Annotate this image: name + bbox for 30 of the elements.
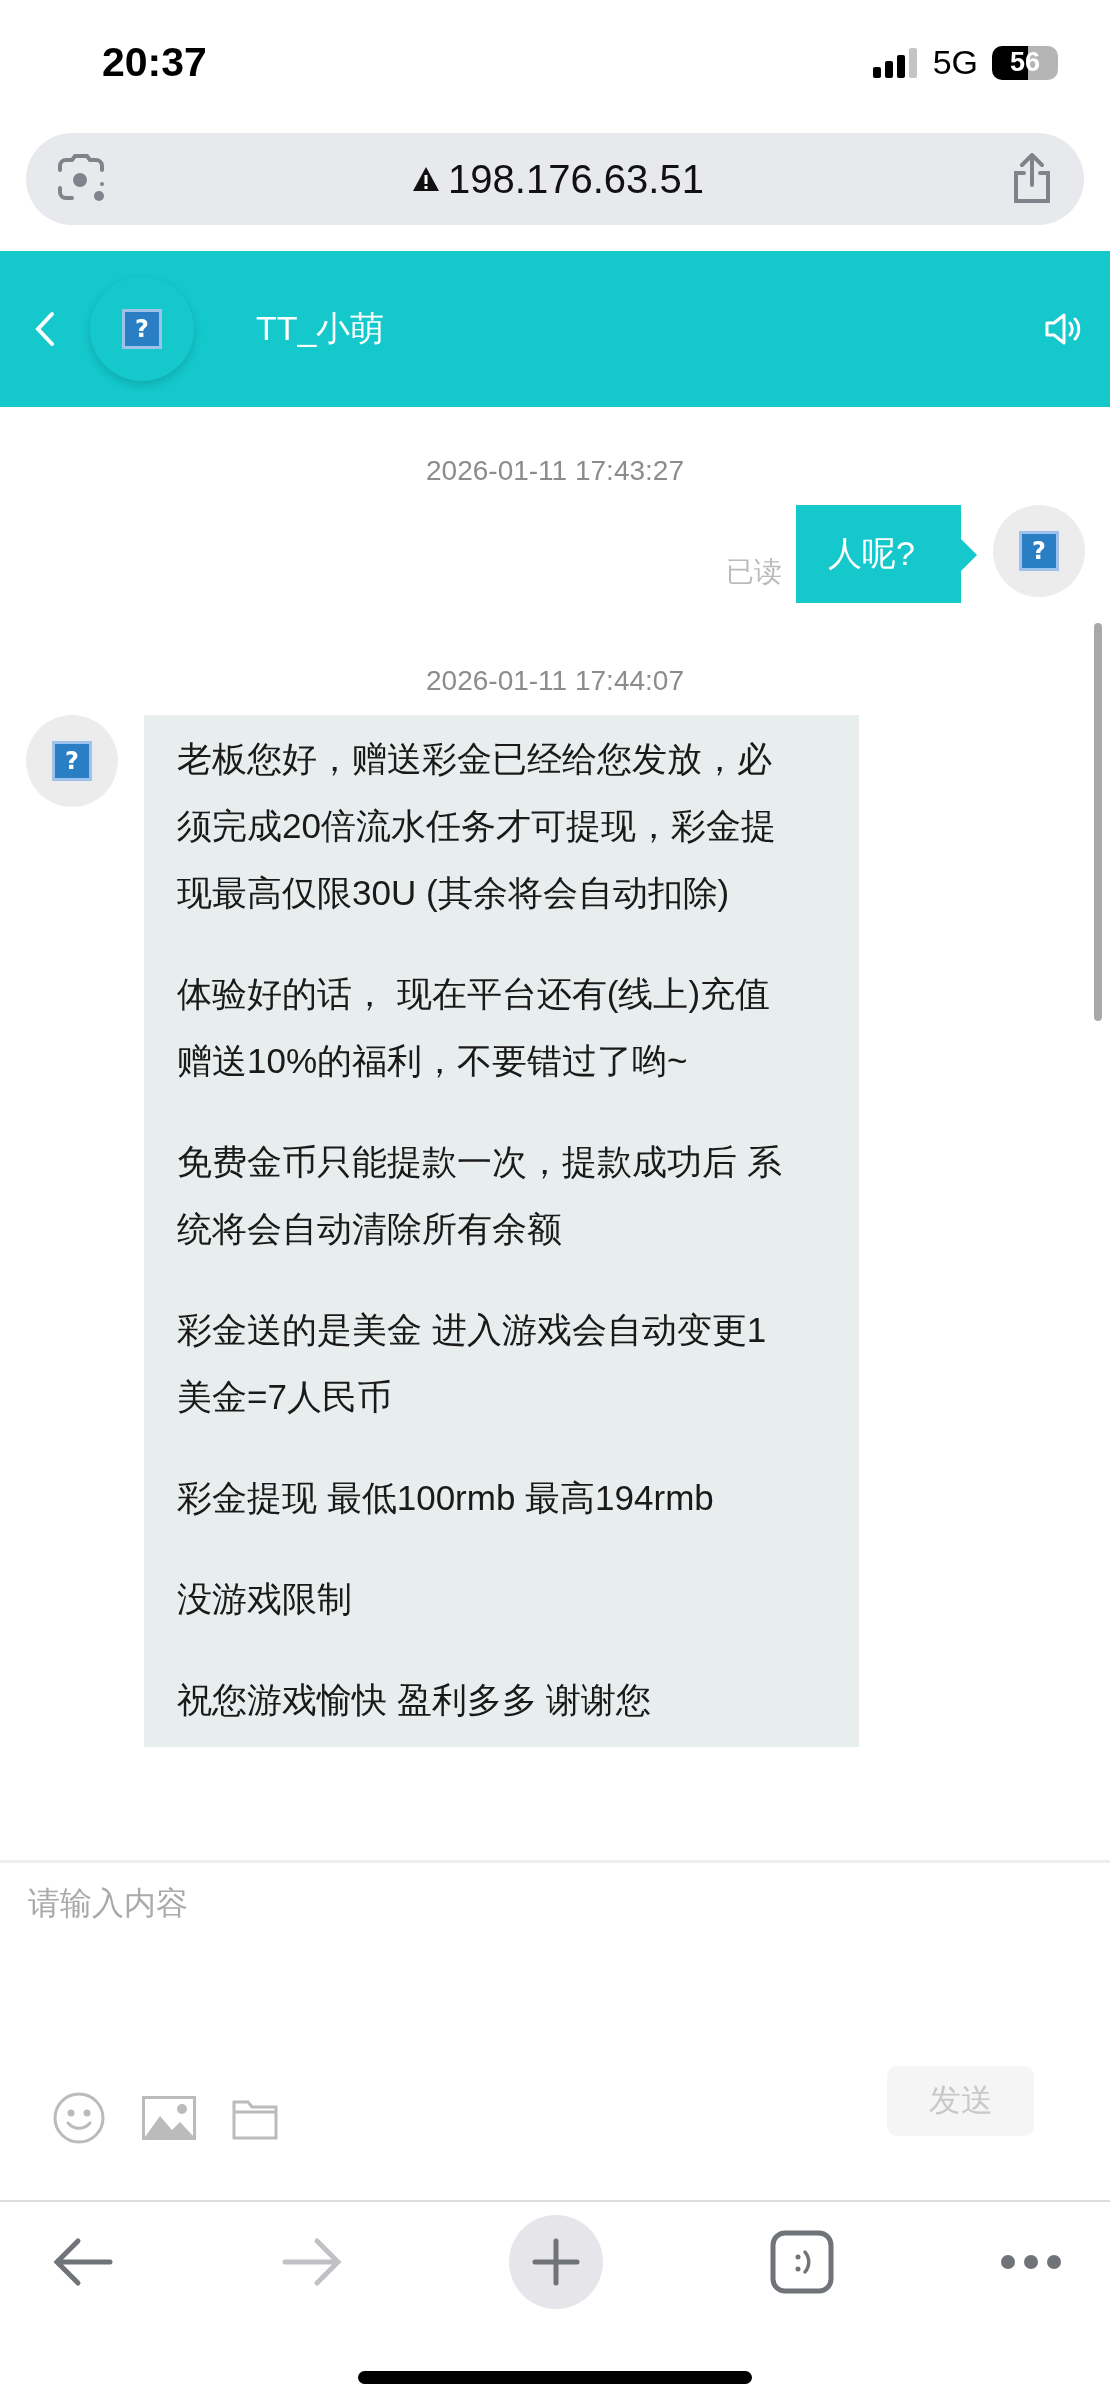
signal-icon	[872, 47, 919, 78]
plus-icon	[532, 2238, 580, 2286]
smiley-icon[interactable]	[52, 2091, 106, 2145]
message-timestamp: 2026-01-11 17:43:27	[425, 455, 685, 487]
message-paragraph: 祝您游戏愉快 盈利多多 谢谢您	[177, 1679, 653, 1721]
message-paragraph: 彩金送的是美金 进入游戏会自动变更1美金=7人民币	[177, 1309, 768, 1418]
warning-icon	[412, 166, 441, 192]
message-timestamp: 2026-01-11 17:44:07	[425, 665, 685, 697]
status-time: 20:37	[102, 39, 207, 86]
scrollbar[interactable]	[1094, 623, 1102, 1021]
message-paragraph: 免费金币只能提款一次，提款成功后 系统将会自动清除所有余额	[177, 1141, 783, 1250]
broken-image-icon: ?	[52, 741, 92, 781]
more-icon[interactable]	[1000, 2254, 1062, 2270]
forward-arrow-icon[interactable]	[280, 2237, 343, 2287]
message-input[interactable]: 请输入内容	[28, 1885, 528, 1922]
broken-image-icon: ?	[122, 309, 162, 349]
camera-scan-icon[interactable]	[56, 154, 106, 204]
broken-image-icon: ?	[1019, 531, 1059, 571]
message-paragraph: 体验好的话， 现在平台还有(线上)充值赠送10%的福利，不要错过了哟~	[177, 973, 772, 1082]
back-icon[interactable]	[34, 311, 56, 347]
read-status: 已读	[726, 555, 783, 589]
message-paragraph: 没游戏限制	[177, 1578, 353, 1620]
message-paragraph: 老板您好，赠送彩金已经给您发放，必须完成20倍流水任务才可提现，彩金提现最高仅限30U (其余将会自动扣除)	[177, 738, 777, 914]
image-icon[interactable]	[142, 2096, 196, 2140]
network-type: 5G	[932, 43, 978, 82]
contact-name: TT_小萌	[256, 308, 386, 349]
message-paragraph: 彩金提现 最低100rmb 最高194rmb	[177, 1477, 715, 1519]
back-arrow-icon[interactable]	[52, 2237, 114, 2287]
tabs-icon[interactable]	[769, 2230, 834, 2294]
url-text[interactable]: 198.176.63.51	[448, 156, 704, 202]
